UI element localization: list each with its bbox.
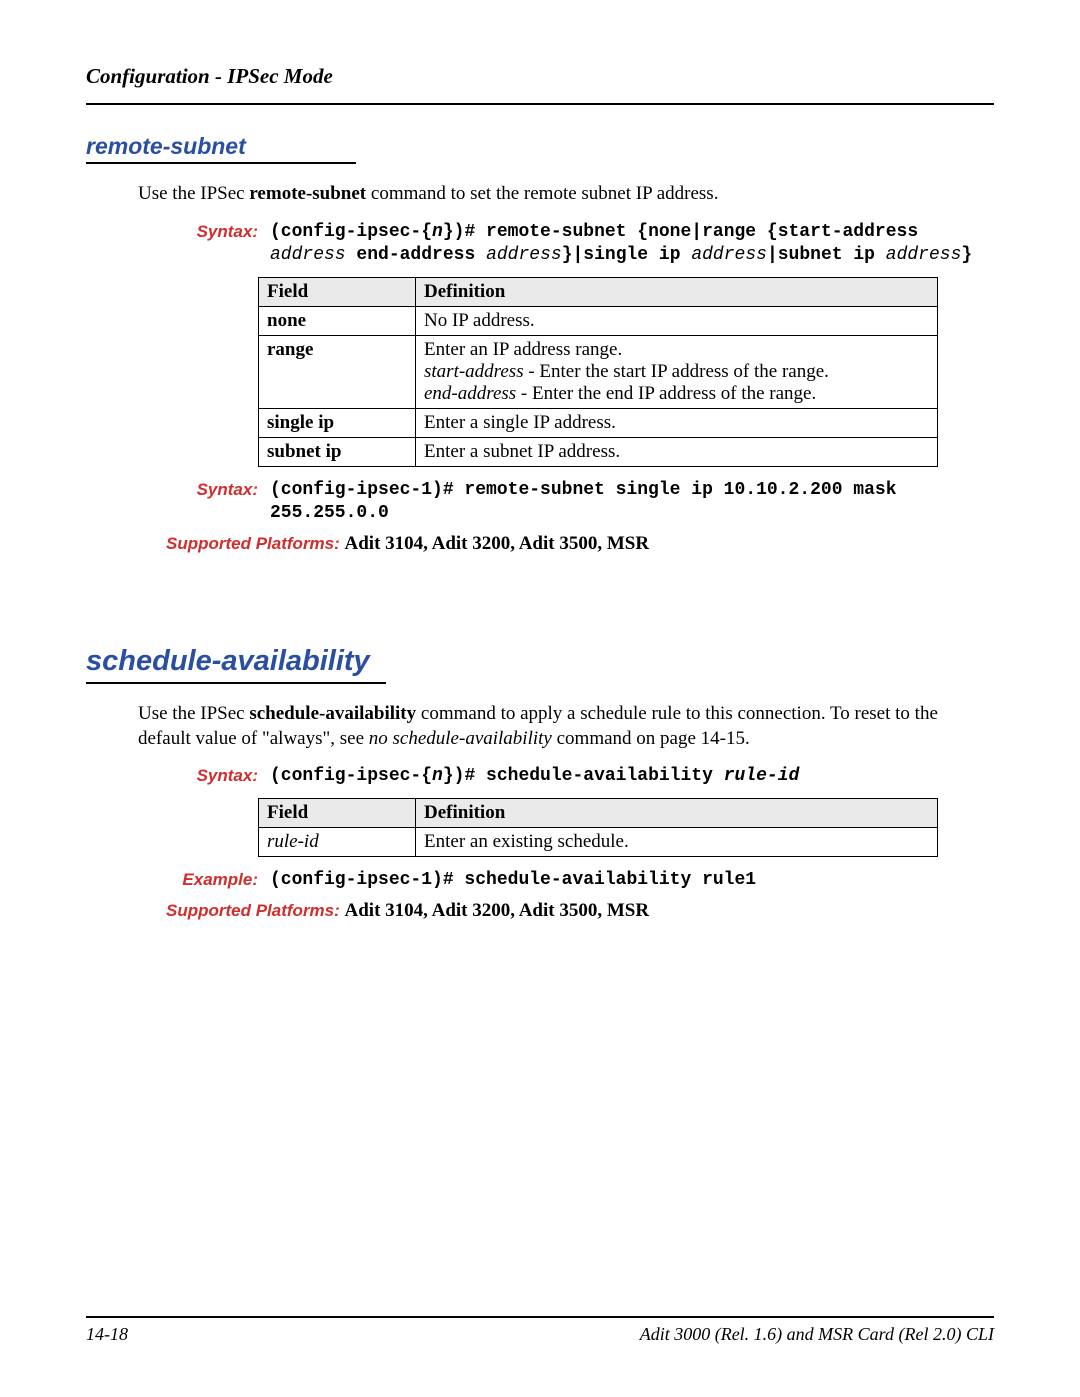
syntax-content: (config-ipsec-{n})# remote-subnet {none|… [270, 221, 994, 267]
page: Configuration - IPSec Mode remote-subnet… [0, 0, 1080, 1397]
table-row: range Enter an IP address range. start-a… [259, 335, 938, 408]
table-row: single ip Enter a single IP address. [259, 408, 938, 437]
th-field: Field [259, 799, 416, 828]
syntax-token: address [270, 245, 346, 265]
doc-title: Adit 3000 (Rel. 1.6) and MSR Card (Rel 2… [640, 1324, 994, 1345]
example-block: Example: (config-ipsec-1)# schedule-avai… [166, 869, 994, 892]
cell-field: range [259, 335, 416, 408]
table-row: subnet ip Enter a subnet IP address. [259, 437, 938, 466]
syntax-token: n [432, 222, 443, 242]
def-text: - Enter the end IP address of the range. [516, 383, 816, 404]
section-underline [86, 162, 356, 164]
platforms-block: Supported Platforms: Adit 3104, Adit 320… [166, 900, 994, 922]
intro-bold: schedule-availability [249, 703, 416, 724]
example-label: Example: [166, 869, 270, 892]
syntax-token: n [432, 766, 443, 786]
intro-text: command on page 14-15. [552, 728, 750, 749]
footer-row: 14-18 Adit 3000 (Rel. 1.6) and MSR Card … [86, 1324, 994, 1345]
example-text: (config-ipsec-1)# remote-subnet single i… [270, 480, 897, 523]
cell-definition: Enter a subnet IP address. [416, 437, 938, 466]
def-term: end-address [424, 383, 516, 404]
th-definition: Definition [416, 799, 938, 828]
syntax-token: (config-ipsec-{ [270, 222, 432, 242]
platforms-label: Supported Platforms: [166, 901, 345, 920]
cell-field-text: rule-id [267, 831, 319, 852]
intro-italic: no schedule-availability [369, 728, 552, 749]
syntax-token: })# schedule-availability [443, 766, 724, 786]
def-line: Enter an IP address range. [424, 339, 929, 361]
command-underline [86, 682, 386, 684]
def-term: start-address [424, 361, 524, 382]
syntax-token: (config-ipsec-{ [270, 766, 432, 786]
def-line: end-address - Enter the end IP address o… [424, 383, 929, 405]
example-block: Syntax: (config-ipsec-1)# remote-subnet … [166, 479, 994, 525]
field-definition-table: Field Definition none No IP address. ran… [258, 277, 938, 467]
table-header-row: Field Definition [259, 277, 938, 306]
cell-definition: Enter an existing schedule. [416, 828, 938, 857]
page-footer: 14-18 Adit 3000 (Rel. 1.6) and MSR Card … [86, 1316, 994, 1345]
syntax-token: address [486, 245, 562, 265]
syntax-content: (config-ipsec-{n})# schedule-availabilit… [270, 765, 994, 788]
intro-paragraph: Use the IPSec schedule-availability comm… [138, 702, 994, 751]
intro-bold: remote-subnet [249, 183, 366, 204]
table-row: rule-id Enter an existing schedule. [259, 828, 938, 857]
example-content: (config-ipsec-1)# schedule-availability … [270, 869, 994, 892]
cell-field: rule-id [259, 828, 416, 857]
platforms-label: Supported Platforms: [166, 534, 345, 553]
cell-definition: Enter an IP address range. start-address… [416, 335, 938, 408]
table-row: none No IP address. [259, 306, 938, 335]
syntax-label: Syntax: [166, 221, 270, 267]
cell-definition: No IP address. [416, 306, 938, 335]
header-rule [86, 103, 994, 105]
running-head: Configuration - IPSec Mode [86, 64, 994, 89]
platforms-text: Adit 3104, Adit 3200, Adit 3500, MSR [345, 900, 650, 921]
intro-text: command to set the remote subnet IP addr… [366, 183, 718, 204]
syntax-token: end-address [346, 245, 486, 265]
syntax-token: rule-id [724, 766, 800, 786]
table-header-row: Field Definition [259, 799, 938, 828]
example-content: (config-ipsec-1)# remote-subnet single i… [270, 479, 994, 525]
footer-rule [86, 1316, 994, 1318]
def-text: - Enter the start IP address of the rang… [524, 361, 829, 382]
syntax-token: }|single ip [562, 245, 692, 265]
page-number: 14-18 [86, 1324, 128, 1345]
section-schedule-availability: schedule-availability [86, 645, 994, 684]
example-text: (config-ipsec-1)# schedule-availability … [270, 870, 756, 890]
field-definition-table: Field Definition rule-id Enter an existi… [258, 798, 938, 857]
def-line: start-address - Enter the start IP addre… [424, 361, 929, 383]
syntax-label: Syntax: [166, 765, 270, 788]
intro-text: Use the IPSec [138, 703, 249, 724]
intro-text: Use the IPSec [138, 183, 249, 204]
platforms-text: Adit 3104, Adit 3200, Adit 3500, MSR [345, 533, 650, 554]
section-remote-subnet: remote-subnet [86, 133, 994, 164]
th-definition: Definition [416, 277, 938, 306]
syntax-token: } [961, 245, 972, 265]
syntax-block: Syntax: (config-ipsec-{n})# remote-subne… [166, 221, 994, 267]
syntax-token: |subnet ip [767, 245, 886, 265]
section-title: remote-subnet [86, 133, 994, 160]
syntax-token: address [691, 245, 767, 265]
command-title: schedule-availability [86, 645, 994, 678]
cell-definition: Enter a single IP address. [416, 408, 938, 437]
platforms-block: Supported Platforms: Adit 3104, Adit 320… [166, 533, 994, 555]
cell-field: single ip [259, 408, 416, 437]
syntax-token: })# remote-subnet {none|range {start-add… [443, 222, 918, 242]
example-label: Syntax: [166, 479, 270, 525]
cell-field: none [259, 306, 416, 335]
cell-field: subnet ip [259, 437, 416, 466]
intro-paragraph: Use the IPSec remote-subnet command to s… [138, 182, 994, 207]
th-field: Field [259, 277, 416, 306]
syntax-block: Syntax: (config-ipsec-{n})# schedule-ava… [166, 765, 994, 788]
syntax-token: address [886, 245, 962, 265]
